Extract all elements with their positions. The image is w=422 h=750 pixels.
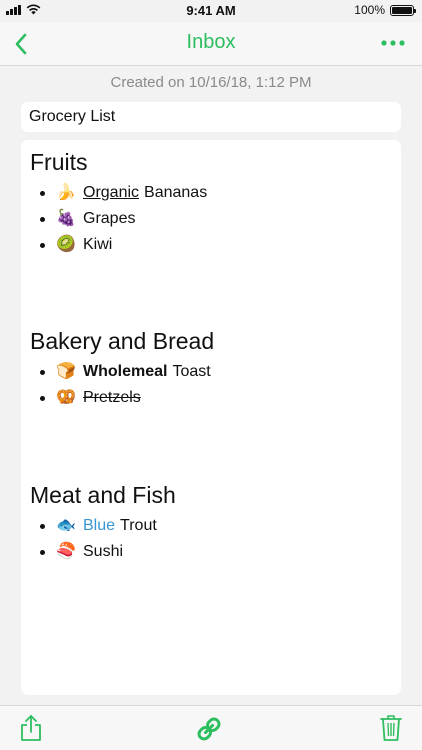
item-list: 🐟 Blue Trout 🍣 Sushi xyxy=(30,513,392,565)
item-bold-text: Wholemeal xyxy=(83,363,168,380)
bullet xyxy=(40,523,45,529)
kiwi-icon: 🥝 xyxy=(56,236,76,253)
nav-title: Inbox xyxy=(186,31,236,53)
battery-icon xyxy=(390,4,416,16)
list-item[interactable]: 🥨 Pretzels xyxy=(30,385,392,411)
item-text: Trout xyxy=(120,517,157,534)
list-item[interactable]: 🍣 Sushi xyxy=(30,539,392,565)
banana-icon: 🍌 xyxy=(56,184,76,201)
blank-lines xyxy=(30,258,392,326)
status-bar: 9:41 AM 100% xyxy=(0,0,422,22)
item-underlined-text: Organic xyxy=(83,184,140,201)
battery-fill xyxy=(392,6,412,14)
item-text: Sushi xyxy=(83,543,124,560)
sushi-icon: 🍣 xyxy=(56,543,76,560)
note-title-field[interactable]: Grocery List xyxy=(21,102,401,132)
list-item[interactable]: 🍞 Wholemeal Toast xyxy=(30,359,392,385)
list-item[interactable]: 🍌 Organic Bananas xyxy=(30,180,392,206)
trash-icon[interactable] xyxy=(380,714,402,742)
item-strikethrough-text: Pretzels xyxy=(83,389,141,406)
bullet xyxy=(40,395,45,401)
section-heading: Meat and Fish xyxy=(30,482,176,508)
grapes-icon: 🍇 xyxy=(56,210,76,227)
share-icon[interactable] xyxy=(20,714,42,742)
item-text: Toast xyxy=(172,363,211,380)
note-title: Grocery List xyxy=(29,108,116,125)
blank-lines xyxy=(30,411,392,480)
note-body[interactable]: Fruits 🍌 Organic Bananas 🍇 Grapes 🥝 Kiwi… xyxy=(21,140,401,695)
fish-icon: 🐟 xyxy=(56,517,76,534)
status-right: 100% xyxy=(354,3,416,17)
section-heading: Fruits xyxy=(30,149,88,175)
bullet xyxy=(40,369,45,375)
nav-bar: Inbox xyxy=(0,22,422,66)
item-list: 🍞 Wholemeal Toast 🥨 Pretzels xyxy=(30,359,392,411)
bullet xyxy=(40,216,45,222)
item-text: Kiwi xyxy=(83,236,113,253)
section-fruits: Fruits 🍌 Organic Bananas 🍇 Grapes 🥝 Kiwi xyxy=(30,147,392,258)
item-text: Grapes xyxy=(83,210,136,227)
item-list: 🍌 Organic Bananas 🍇 Grapes 🥝 Kiwi xyxy=(30,180,392,258)
item-colored-text: Blue xyxy=(83,517,116,534)
list-item[interactable]: 🐟 Blue Trout xyxy=(30,513,392,539)
bullet xyxy=(40,190,45,196)
bottom-toolbar xyxy=(0,705,422,750)
ellipsis-icon[interactable] xyxy=(380,36,406,50)
bread-icon: 🍞 xyxy=(56,363,76,380)
section-meat-fish: Meat and Fish 🐟 Blue Trout 🍣 Sushi xyxy=(30,480,392,565)
bullet xyxy=(40,549,45,555)
created-date: Created on 10/16/18, 1:12 PM xyxy=(110,74,312,91)
section-bakery: Bakery and Bread 🍞 Wholemeal Toast 🥨 Pre… xyxy=(30,326,392,411)
item-text: Bananas xyxy=(144,184,208,201)
section-heading: Bakery and Bread xyxy=(30,328,215,354)
list-item[interactable]: 🥝 Kiwi xyxy=(30,232,392,258)
list-item[interactable]: 🍇 Grapes xyxy=(30,206,392,232)
link-icon[interactable] xyxy=(196,716,222,742)
battery-percent: 100% xyxy=(354,3,385,17)
pretzel-icon: 🥨 xyxy=(56,389,76,406)
bullet xyxy=(40,242,45,248)
